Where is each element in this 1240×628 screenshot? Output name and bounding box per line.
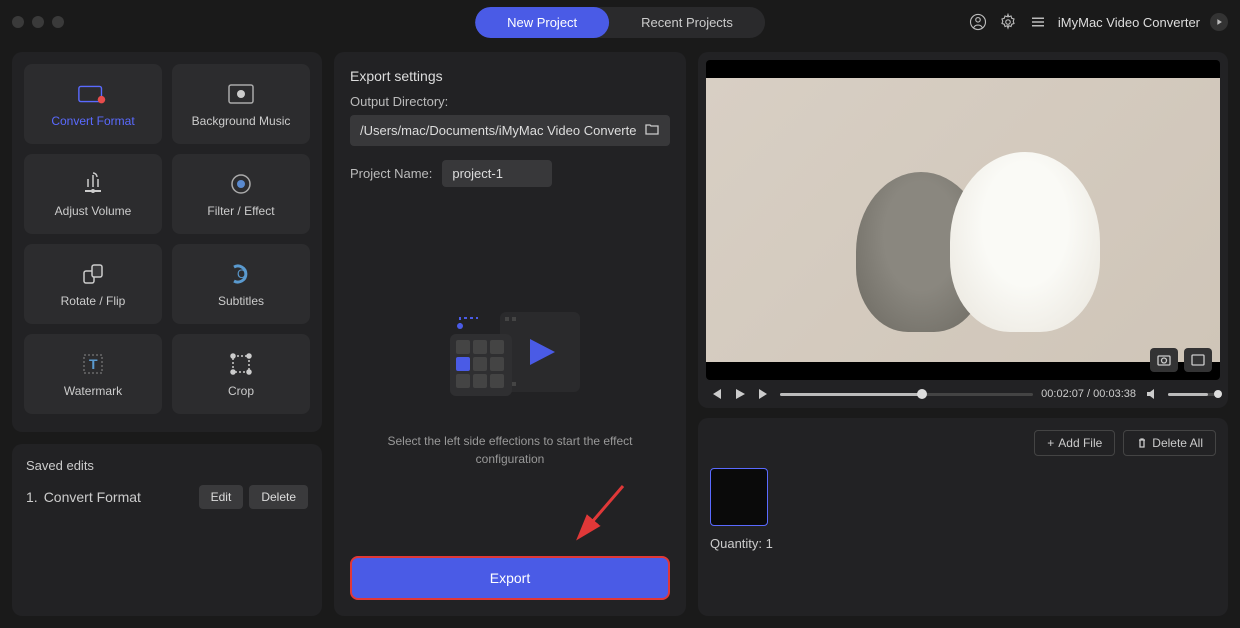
prev-icon[interactable] bbox=[708, 386, 724, 402]
add-file-button[interactable]: +Add File bbox=[1034, 430, 1115, 456]
project-name-label: Project Name: bbox=[350, 166, 432, 181]
tool-rotate-flip[interactable]: Rotate / Flip bbox=[24, 244, 162, 324]
tile-label: Subtitles bbox=[218, 294, 264, 308]
saved-row-name: Convert Format bbox=[44, 489, 193, 505]
tab-new-project[interactable]: New Project bbox=[475, 7, 609, 38]
trash-icon bbox=[1136, 437, 1148, 449]
volume-bar[interactable] bbox=[1168, 393, 1218, 396]
main-area: Convert Format Background Music Adjust V… bbox=[0, 44, 1240, 628]
output-directory-label: Output Directory: bbox=[350, 94, 670, 109]
account-icon[interactable] bbox=[968, 12, 988, 32]
export-settings-title: Export settings bbox=[350, 68, 670, 84]
saved-edits-panel: Saved edits 1. Convert Format Edit Delet… bbox=[12, 444, 322, 616]
tool-watermark[interactable]: T Watermark bbox=[24, 334, 162, 414]
maximize-window[interactable] bbox=[52, 16, 64, 28]
video-content bbox=[706, 78, 1220, 362]
tool-grid: Convert Format Background Music Adjust V… bbox=[24, 64, 310, 414]
volume-icon[interactable] bbox=[1144, 386, 1160, 402]
menu-icon[interactable] bbox=[1028, 12, 1048, 32]
config-hint: Select the left side effections to start… bbox=[380, 432, 640, 468]
tab-recent-projects[interactable]: Recent Projects bbox=[609, 7, 765, 38]
titlebar: New Project Recent Projects iMyMac Video… bbox=[0, 0, 1240, 44]
project-name-input[interactable] bbox=[442, 160, 552, 187]
delete-button[interactable]: Delete bbox=[249, 485, 308, 509]
snapshot-icon[interactable] bbox=[1150, 348, 1178, 372]
svg-text:C: C bbox=[237, 267, 246, 281]
folder-icon[interactable] bbox=[644, 122, 660, 139]
titlebar-right: iMyMac Video Converter bbox=[968, 12, 1228, 32]
files-actions: +Add File Delete All bbox=[710, 430, 1216, 456]
fullscreen-icon[interactable] bbox=[1184, 348, 1212, 372]
tile-label: Background Music bbox=[192, 114, 291, 128]
edit-button[interactable]: Edit bbox=[199, 485, 244, 509]
export-settings-panel: Export settings Output Directory: /Users… bbox=[334, 52, 686, 616]
saved-edit-row: 1. Convert Format Edit Delete bbox=[26, 485, 308, 509]
delete-all-button[interactable]: Delete All bbox=[1123, 430, 1216, 456]
file-thumbnail[interactable] bbox=[710, 468, 768, 526]
close-window[interactable] bbox=[12, 16, 24, 28]
illustration: Select the left side effections to start… bbox=[350, 205, 670, 556]
app-title: iMyMac Video Converter bbox=[1058, 15, 1200, 30]
tool-subtitles[interactable]: C Subtitles bbox=[172, 244, 310, 324]
preview-panel: 00:02:07 / 00:03:38 bbox=[698, 52, 1228, 408]
video-preview[interactable] bbox=[706, 60, 1220, 380]
output-directory-value: /Users/mac/Documents/iMyMac Video Conver… bbox=[360, 123, 636, 138]
tile-label: Rotate / Flip bbox=[61, 294, 126, 308]
play-icon[interactable] bbox=[732, 386, 748, 402]
saved-row-number: 1. bbox=[26, 489, 38, 505]
tile-label: Convert Format bbox=[51, 114, 134, 128]
tool-adjust-volume[interactable]: Adjust Volume bbox=[24, 154, 162, 234]
volume-fill bbox=[1168, 393, 1208, 396]
seek-knob[interactable] bbox=[917, 389, 927, 399]
tile-label: Crop bbox=[228, 384, 254, 398]
config-illustration-icon bbox=[420, 294, 600, 414]
left-column: Convert Format Background Music Adjust V… bbox=[12, 52, 322, 616]
seek-fill bbox=[780, 393, 922, 396]
subtitles-icon: C bbox=[225, 260, 257, 288]
main-tabs: New Project Recent Projects bbox=[475, 7, 765, 38]
volume-knob[interactable] bbox=[1214, 390, 1222, 398]
rotate-icon bbox=[77, 260, 109, 288]
volume-icon bbox=[77, 170, 109, 198]
play-badge-icon bbox=[1210, 13, 1228, 31]
saved-edits-title: Saved edits bbox=[26, 458, 308, 473]
video-subject bbox=[950, 152, 1100, 332]
next-icon[interactable] bbox=[756, 386, 772, 402]
quantity-text: Quantity: 1 bbox=[710, 536, 1216, 551]
tool-crop[interactable]: Crop bbox=[172, 334, 310, 414]
export-button[interactable]: Export bbox=[350, 556, 670, 600]
tile-label: Filter / Effect bbox=[207, 204, 274, 218]
playback-controls: 00:02:07 / 00:03:38 bbox=[706, 380, 1220, 402]
filter-icon bbox=[225, 170, 257, 198]
output-directory-field[interactable]: /Users/mac/Documents/iMyMac Video Conver… bbox=[350, 115, 670, 146]
preview-corner-controls bbox=[1150, 348, 1212, 372]
settings-icon[interactable] bbox=[998, 12, 1018, 32]
convert-format-icon bbox=[77, 80, 109, 108]
project-name-row: Project Name: bbox=[350, 160, 670, 187]
tool-background-music[interactable]: Background Music bbox=[172, 64, 310, 144]
tile-label: Watermark bbox=[64, 384, 122, 398]
time-display: 00:02:07 / 00:03:38 bbox=[1041, 388, 1136, 400]
tools-panel: Convert Format Background Music Adjust V… bbox=[12, 52, 322, 432]
seek-bar[interactable] bbox=[780, 393, 1033, 396]
tool-convert-format[interactable]: Convert Format bbox=[24, 64, 162, 144]
window-controls bbox=[12, 16, 64, 28]
music-icon bbox=[225, 80, 257, 108]
minimize-window[interactable] bbox=[32, 16, 44, 28]
tool-filter-effect[interactable]: Filter / Effect bbox=[172, 154, 310, 234]
files-panel: +Add File Delete All Quantity: 1 bbox=[698, 418, 1228, 616]
right-column: 00:02:07 / 00:03:38 +Add File Delete All… bbox=[698, 52, 1228, 616]
watermark-icon: T bbox=[77, 350, 109, 378]
crop-icon bbox=[225, 350, 257, 378]
tile-label: Adjust Volume bbox=[55, 204, 132, 218]
svg-text:T: T bbox=[89, 356, 98, 372]
